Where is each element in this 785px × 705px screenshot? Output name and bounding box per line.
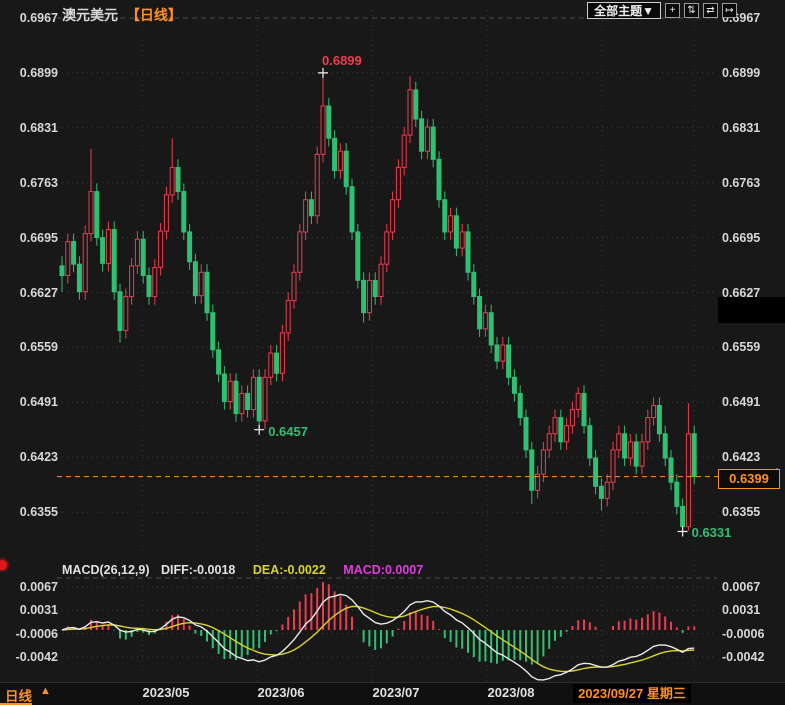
price-axis-label: 0.6559 [10, 339, 58, 355]
macd-axis-label: -0.0042 [722, 649, 780, 665]
price-axis-label: 0.6627 [10, 285, 58, 301]
macd-axis-label: 0.0031 [722, 602, 780, 618]
price-axis-label: 0.6831 [722, 120, 780, 136]
macd-axis-label: -0.0006 [10, 626, 58, 642]
price-axis-label: 0.6355 [10, 504, 58, 520]
macd-axis-label: -0.0006 [722, 626, 780, 642]
expand-arrow-icon[interactable]: ▲ [40, 685, 51, 697]
time-axis-bar: 日线 ▲ 2023/05 2023/06 2023/07 2023/08 2023/0… [0, 682, 785, 705]
symbol-title: 澳元美元 [62, 7, 118, 23]
price-axis-label: 0.6763 [10, 175, 58, 191]
macd-axis-label: 0.0031 [10, 602, 58, 618]
macd-params-label: MACD(26,12,9) [62, 563, 150, 577]
price-axis-label: 0.6899 [722, 65, 780, 81]
price-axis-label: 0.6763 [722, 175, 780, 191]
period-tab-daily[interactable]: 日线 [5, 685, 32, 705]
trading-chart-app: 澳元美元 【日线】 全部主题▼ + ⇅ ⇄ ↦ 0.69670.69670.68… [0, 0, 785, 705]
price-axis-label: 0.6695 [722, 230, 780, 246]
price-axis-label: 0.6491 [722, 394, 780, 410]
price-axis-label: 0.6695 [10, 230, 58, 246]
zoom-horizontal-axis-icon[interactable]: ⇄ [703, 3, 718, 18]
period-tag: 【日线】 [126, 7, 182, 23]
macd-axis-label: 0.0067 [10, 579, 58, 595]
current-price-tag: 0.6399 [718, 469, 780, 489]
theme-dropdown[interactable]: 全部主题▼ [587, 2, 661, 19]
high-price-annotation: 0.6899 [322, 53, 362, 68]
macd-legend: MACD(26,12,9) DIFF:-0.0018 DEA:-0.0022 M… [62, 563, 423, 577]
macd-dea-label: DEA:-0.0022 [253, 563, 326, 577]
macd-diff-label: DIFF:-0.0018 [161, 563, 235, 577]
price-axis-label: 0.6491 [10, 394, 58, 410]
price-axis-label: 0.6423 [10, 449, 58, 465]
price-axis-label: 0.6423 [722, 449, 780, 465]
price-axis-label: 0.6355 [722, 504, 780, 520]
current-date-tag: 2023/09/27 星期三 [573, 684, 691, 703]
price-axis-label: 0.6899 [10, 65, 58, 81]
price-axis-label: 0.6967 [10, 10, 58, 26]
macd-axis-label: 0.0067 [722, 579, 780, 595]
date-label: 2023/07 [351, 685, 441, 700]
zoom-vertical-axis-icon[interactable]: ⇅ [684, 3, 699, 18]
chart-header: 澳元美元 【日线】 [62, 5, 182, 25]
macd-value-label: MACD:0.0007 [343, 563, 423, 577]
price-axis-label: 0.6559 [722, 339, 780, 355]
date-label: 2023/05 [121, 685, 211, 700]
crosshair-icon[interactable]: + [665, 3, 680, 18]
exit-fullscreen-icon[interactable]: ↦ [722, 3, 737, 18]
macd-axis-label: -0.0042 [10, 649, 58, 665]
chart-canvas[interactable] [0, 0, 785, 705]
date-label: 2023/08 [466, 685, 556, 700]
redacted-area [718, 297, 785, 323]
price-axis-label: 0.6831 [10, 120, 58, 136]
swing-low-annotation: 0.6457 [268, 424, 308, 439]
low-price-annotation: 0.6331 [692, 525, 732, 540]
toolbar: 全部主题▼ + ⇅ ⇄ ↦ [587, 2, 737, 19]
date-label: 2023/06 [236, 685, 326, 700]
